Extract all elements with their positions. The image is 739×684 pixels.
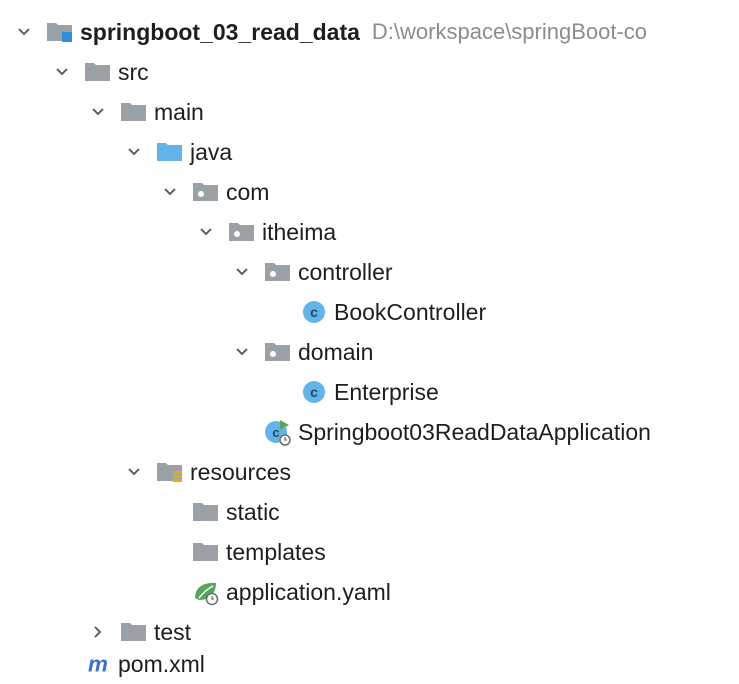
chevron-down-icon[interactable] <box>124 142 144 162</box>
package-icon <box>264 258 292 286</box>
project-path: D:\workspace\springBoot-co <box>371 19 648 44</box>
tree-row-static[interactable]: static <box>160 492 280 532</box>
folder-icon <box>192 498 220 526</box>
tree-label-pom: pom.xml <box>118 651 205 677</box>
chevron-down-icon[interactable] <box>232 342 252 362</box>
chevron-right-icon[interactable] <box>88 622 108 642</box>
folder-icon <box>120 618 148 646</box>
spring-yaml-icon <box>192 578 220 606</box>
folder-icon <box>120 98 148 126</box>
tree-row-book-controller[interactable]: c BookController <box>268 292 486 332</box>
package-icon <box>228 218 256 246</box>
module-folder-icon <box>46 18 74 46</box>
package-icon <box>192 178 220 206</box>
tree-row-enterprise[interactable]: c Enterprise <box>268 372 439 412</box>
tree-label-templates: templates <box>226 539 326 565</box>
tree-label-itheima: itheima <box>262 219 337 245</box>
tree-label-controller: controller <box>298 259 393 285</box>
tree-row-itheima[interactable]: itheima <box>196 212 336 252</box>
spring-boot-class-icon: c <box>264 418 292 446</box>
tree-label-static: static <box>226 499 280 525</box>
tree-label-resources: resources <box>190 459 291 485</box>
java-class-icon: c <box>300 378 328 406</box>
tree-label-book-controller: BookController <box>334 299 487 325</box>
tree-row-resources[interactable]: resources <box>124 452 291 492</box>
tree-label-application-yaml: application.yaml <box>226 579 391 605</box>
svg-text:c: c <box>272 425 279 440</box>
tree-label-domain: domain <box>298 339 374 365</box>
java-class-icon: c <box>300 298 328 326</box>
tree-row-com[interactable]: com <box>160 172 269 212</box>
tree-row-main[interactable]: main <box>88 92 204 132</box>
chevron-down-icon[interactable] <box>196 222 216 242</box>
tree-row-pom[interactable]: m pom.xml <box>52 644 205 684</box>
tree-row-application-class[interactable]: c Springboot03ReadDataApplication <box>232 412 651 452</box>
tree-row-project-root[interactable]: springboot_03_read_data D:\workspace\spr… <box>14 12 647 52</box>
folder-icon <box>192 538 220 566</box>
folder-icon <box>84 58 112 86</box>
chevron-down-icon[interactable] <box>14 22 34 42</box>
resources-folder-icon <box>156 458 184 486</box>
chevron-down-icon[interactable] <box>160 182 180 202</box>
tree-label-application-class: Springboot03ReadDataApplication <box>298 419 651 445</box>
svg-text:c: c <box>310 384 318 400</box>
project-name: springboot_03_read_data <box>80 19 360 45</box>
maven-icon: m <box>84 650 112 678</box>
source-root-folder-icon <box>156 138 184 166</box>
tree-row-application-yaml[interactable]: application.yaml <box>160 572 391 612</box>
svg-text:m: m <box>88 652 108 676</box>
tree-row-templates[interactable]: templates <box>160 532 326 572</box>
tree-row-domain[interactable]: domain <box>232 332 373 372</box>
tree-row-controller[interactable]: controller <box>232 252 393 292</box>
tree-label-com: com <box>226 179 270 205</box>
chevron-down-icon[interactable] <box>232 262 252 282</box>
chevron-down-icon[interactable] <box>88 102 108 122</box>
tree-row-java[interactable]: java <box>124 132 232 172</box>
tree-label-src: src <box>118 59 149 85</box>
tree-label-main: main <box>154 99 204 125</box>
chevron-down-icon[interactable] <box>124 462 144 482</box>
chevron-down-icon[interactable] <box>52 62 72 82</box>
tree-row-src[interactable]: src <box>52 52 149 92</box>
tree-label-java: java <box>190 139 233 165</box>
tree-label-enterprise: Enterprise <box>334 379 439 405</box>
project-tree: springboot_03_read_data D:\workspace\spr… <box>0 0 739 681</box>
package-icon <box>264 338 292 366</box>
svg-text:c: c <box>310 304 318 320</box>
